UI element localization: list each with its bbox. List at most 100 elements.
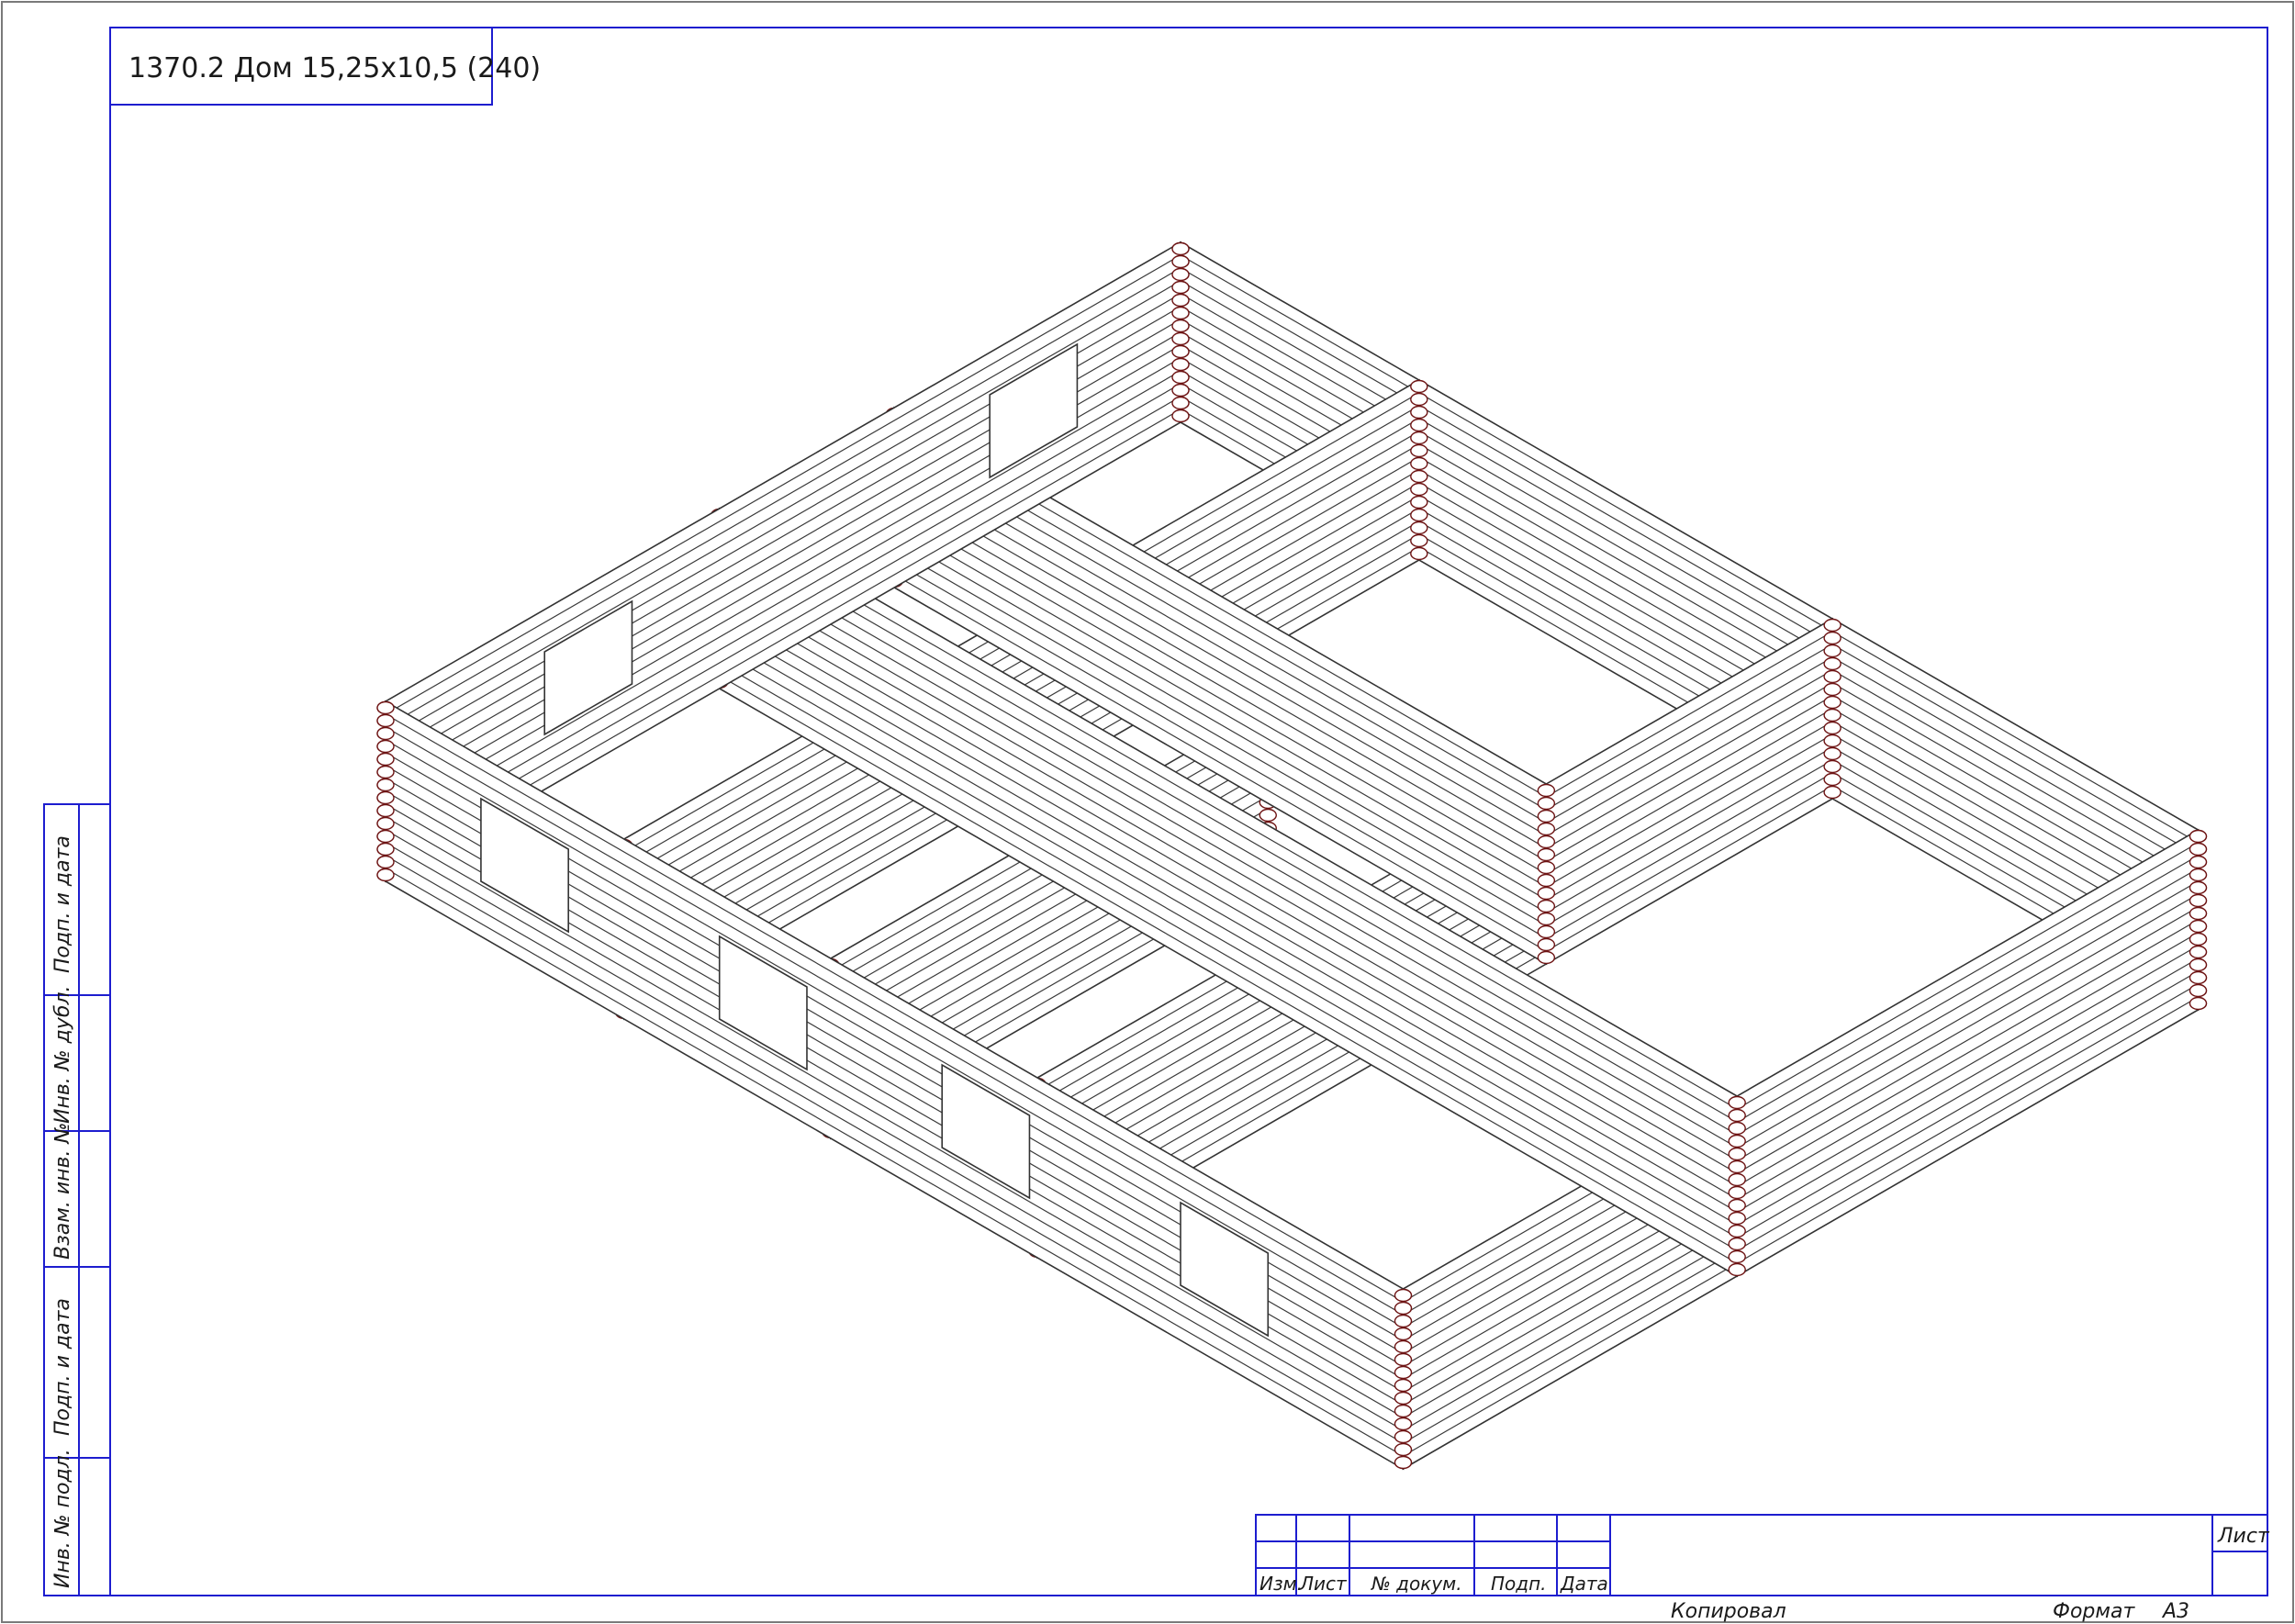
title-block-col-sign: Подп. [1491,1573,1547,1595]
log-end [376,700,395,715]
log-end [1259,808,1277,823]
log-end [1394,1301,1413,1316]
log-end [2189,970,2208,985]
log-end [1537,950,1556,965]
log-end [376,816,395,831]
sheet-title: 1370.2 Дом 15,25х10,5 (240) [129,52,541,84]
log-end [1823,785,1842,800]
log-end [1394,1288,1413,1303]
log-end [376,765,395,779]
log-end [1537,873,1556,888]
log-end [2189,880,2208,895]
log-end [376,713,395,728]
log-end [1410,443,1428,458]
log-end [1728,1249,1746,1264]
log-end [1728,1147,1746,1161]
footer-format-label: Формат [2053,1600,2135,1623]
log-end [1537,899,1556,913]
log-end [1410,431,1428,445]
title-block-col-izm: Изм. [1259,1573,1303,1595]
log-end [1823,669,1842,684]
log-end [376,739,395,754]
log-end [376,726,395,741]
log-end [2189,868,2208,882]
log-end [1171,383,1190,398]
log-end [1171,241,1190,256]
log-end [1823,708,1842,722]
log-end [1823,746,1842,761]
log-end [1728,1134,1746,1148]
log-end [1728,1211,1746,1226]
log-end [1537,860,1556,875]
log-end [1537,809,1556,823]
side-stamp-cell-1: Подп. и дата [51,835,74,973]
log-end [1537,847,1556,862]
log-end [1171,331,1190,346]
log-end [376,855,395,869]
title-block-col-doc: № докум. [1371,1573,1462,1595]
log-end [1171,396,1190,410]
log-end [1728,1237,1746,1251]
log-end [1728,1198,1746,1213]
log-end [1728,1108,1746,1123]
side-stamp-cell-4: Подп. и дата [51,1298,74,1436]
log-house-isometric [376,241,2208,1471]
log-end [1394,1442,1413,1457]
log-end [1410,508,1428,522]
log-end [376,790,395,805]
side-stamp-cell-5: Инв. № подл. [51,1449,74,1588]
log-end [1171,409,1190,423]
log-end [1823,695,1842,710]
log-end [1728,1172,1746,1187]
log-end [1537,924,1556,939]
log-end [2189,983,2208,998]
log-end [1823,772,1842,787]
log-end [2189,958,2208,972]
log-end [1394,1365,1413,1380]
log-end [1410,546,1428,561]
log-end [376,868,395,882]
log-end [1728,1159,1746,1174]
log-end [1537,822,1556,836]
log-end [1394,1404,1413,1418]
log-end [376,778,395,792]
log-end [2189,945,2208,959]
log-end [2189,919,2208,934]
footer-format-value: А3 [2161,1600,2189,1623]
title-box: 1370.2 Дом 15,25х10,5 (240) [109,27,541,106]
log-end [376,829,395,844]
log-end [2189,842,2208,857]
log-end [376,842,395,857]
log-end [1410,495,1428,510]
log-end [1823,734,1842,748]
side-stamp-cell-3: Взам. инв. № [51,1123,74,1260]
title-block-col-date: Дата [1560,1573,1608,1595]
log-end [1394,1417,1413,1431]
log-end [2189,906,2208,921]
log-end [1171,293,1190,308]
log-end [1394,1391,1413,1406]
log-end [1728,1121,1746,1136]
log-end [1171,267,1190,282]
log-end [1728,1185,1746,1200]
log-end [1410,418,1428,432]
log-end [1537,912,1556,926]
log-end [1823,721,1842,735]
log-end [1823,631,1842,645]
title-block-col-list: Лист [1299,1573,1348,1595]
side-stamp-cell-2: Инв. № дубл. [51,985,74,1124]
log-end [1410,392,1428,407]
log-end [1823,656,1842,671]
log-end [2189,829,2208,844]
log-end [1823,644,1842,658]
log-end [1410,379,1428,394]
log-end [1394,1429,1413,1444]
log-end [1410,521,1428,535]
drawing-sheet: 1370.2 Дом 15,25х10,5 (240) Подп. и дата… [1,1,2294,1623]
log-end [1394,1327,1413,1341]
log-end [1394,1378,1413,1393]
log-end [1171,306,1190,320]
log-end [2189,855,2208,869]
log-end [1823,618,1842,633]
log-end [2189,893,2208,908]
